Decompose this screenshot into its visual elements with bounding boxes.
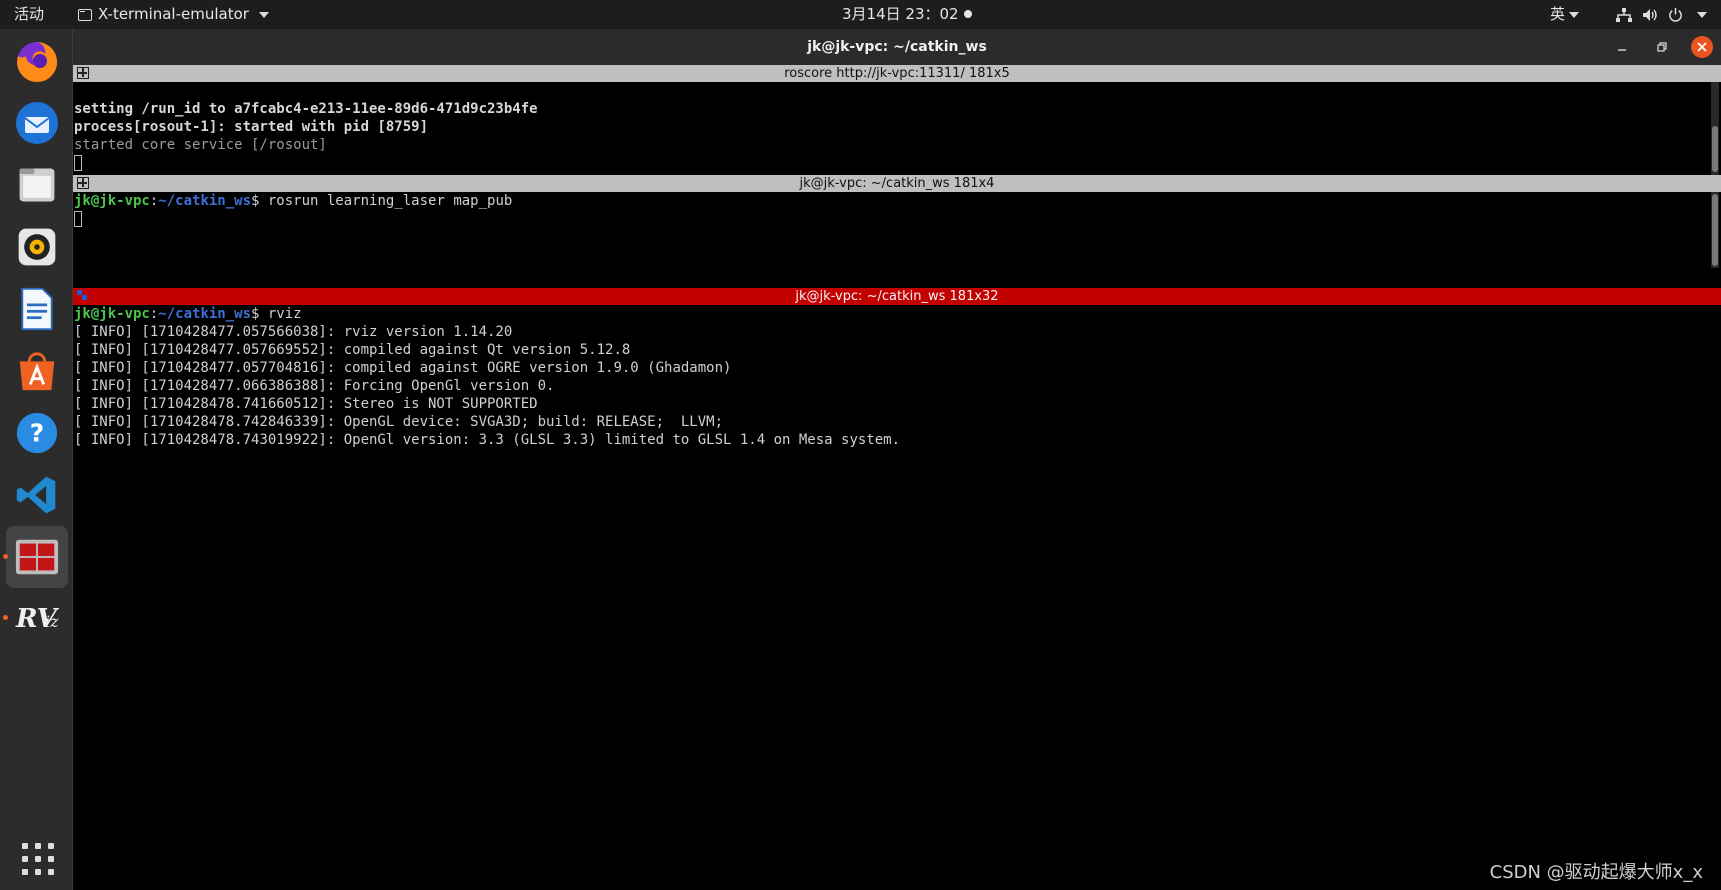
app-store-icon — [19, 352, 55, 391]
notification-dot-icon — [964, 10, 972, 18]
libreoffice-writer-icon — [21, 287, 53, 331]
help-icon: ? — [16, 412, 58, 454]
scrollbar[interactable] — [1711, 82, 1719, 175]
terminal-pane-roscore[interactable]: setting /run_id to a7fcabc4-e213-11ee-89… — [73, 82, 1709, 175]
terminal-cursor — [74, 155, 82, 171]
running-indicator — [3, 554, 8, 559]
pane-title: roscore http://jk-vpc:11311/ 181x5 — [784, 66, 1010, 81]
pane-titlebar-roscore[interactable]: roscore http://jk-vpc:11311/ 181x5 — [73, 65, 1721, 82]
prompt-line: jk@jk-vpc:~/catkin_ws$ rosrun learning_l… — [74, 193, 513, 209]
prompt-user: jk@jk-vpc — [74, 193, 150, 209]
rviz-icon: RViz — [15, 604, 60, 634]
prompt-user: jk@jk-vpc — [74, 306, 150, 322]
close-button[interactable] — [1691, 36, 1713, 58]
command-text: rviz — [259, 306, 302, 322]
terminal-line: [ INFO] [1710428477.057566038]: rviz ver… — [74, 324, 513, 340]
top-bar: 活动 X-terminal-emulator 3月14日 23：02 英 — [0, 0, 1721, 29]
pane-grip-icon[interactable] — [77, 290, 89, 302]
minimize-button[interactable] — [1611, 36, 1633, 58]
terminal-line: started core service [/rosout] — [74, 137, 327, 153]
pane-title: jk@jk-vpc: ~/catkin_ws 181x32 — [795, 289, 999, 304]
thunderbird-icon — [16, 102, 58, 144]
terminal-window: jk@jk-vpc: ~/catkin_ws roscore http://jk… — [73, 29, 1721, 890]
prompt-path: ~/catkin_ws — [158, 306, 252, 322]
volume-icon — [1643, 8, 1657, 21]
terminal-pane-rosrun[interactable]: jk@jk-vpc:~/catkin_ws$ rosrun learning_l… — [73, 192, 1709, 268]
svg-text:?: ? — [30, 419, 44, 448]
terminal-line: [ INFO] [1710428477.057669552]: compiled… — [74, 342, 631, 358]
clock[interactable]: 3月14日 23：02 — [842, 0, 959, 29]
chevron-down-icon — [1697, 11, 1707, 18]
terminal-line: [ INFO] [1710428477.066386388]: Forcing … — [74, 378, 555, 394]
terminal-cursor — [74, 211, 82, 227]
dock-item-writer[interactable] — [11, 283, 63, 335]
restore-icon — [1657, 42, 1667, 52]
dock-item-app-store[interactable] — [11, 345, 63, 397]
terminal-line: setting /run_id to a7fcabc4-e213-11ee-89… — [74, 101, 538, 117]
window-titlebar[interactable]: jk@jk-vpc: ~/catkin_ws — [73, 29, 1721, 65]
terminal-line: [ INFO] [1710428477.057704816]: compiled… — [74, 360, 732, 376]
svg-text:iz: iz — [45, 612, 59, 631]
activities-button[interactable]: 活动 — [14, 0, 44, 29]
app-menu-label: X-terminal-emulator — [98, 5, 249, 23]
dock-item-rhythmbox[interactable] — [11, 221, 63, 273]
dock-item-rviz[interactable]: RV iz — [11, 591, 63, 643]
files-icon — [19, 168, 55, 202]
pane-titlebar-rosrun[interactable]: jk@jk-vpc: ~/catkin_ws 181x4 — [73, 175, 1721, 192]
dock-item-terminator[interactable] — [6, 526, 68, 588]
dock: ? RV iz — [0, 29, 73, 890]
command-text: rosrun learning_laser map_pub — [259, 193, 513, 209]
window-title: jk@jk-vpc: ~/catkin_ws — [807, 39, 987, 55]
vscode-icon — [16, 476, 56, 514]
terminal-pane-rviz[interactable]: jk@jk-vpc:~/catkin_ws$ rviz [ INFO] [171… — [73, 305, 1709, 890]
close-icon — [1697, 42, 1707, 52]
terminal-line: [ INFO] [1710428478.742846339]: OpenGL d… — [74, 414, 724, 430]
pane-title: jk@jk-vpc: ~/catkin_ws 181x4 — [799, 176, 995, 191]
watermark: CSDN @驱动起爆大师x_x — [1489, 862, 1703, 883]
prompt-path: ~/catkin_ws — [158, 193, 252, 209]
system-tray[interactable] — [1616, 0, 1707, 29]
terminal-app-icon — [78, 8, 92, 21]
power-icon — [1669, 7, 1682, 22]
prompt-line: jk@jk-vpc:~/catkin_ws$ rviz — [74, 306, 302, 322]
dock-item-help[interactable]: ? — [11, 407, 63, 459]
dock-item-vscode[interactable] — [11, 469, 63, 521]
network-icon — [1616, 7, 1632, 22]
app-menu[interactable]: X-terminal-emulator — [78, 0, 269, 29]
pane-grip-icon[interactable] — [77, 177, 89, 189]
chevron-down-icon — [1569, 11, 1580, 18]
show-applications-button[interactable] — [22, 843, 54, 875]
terminator-icon — [15, 539, 59, 575]
window-controls — [1611, 29, 1713, 65]
input-method-label: 英 — [1550, 5, 1566, 23]
dock-item-thunderbird[interactable] — [11, 97, 63, 149]
input-method-menu[interactable]: 英 — [1550, 0, 1580, 29]
minimize-icon — [1618, 49, 1626, 51]
scrollbar[interactable] — [1711, 192, 1719, 268]
dock-item-files[interactable] — [11, 159, 63, 211]
pane-grip-icon[interactable] — [77, 67, 89, 79]
pane-titlebar-rviz[interactable]: jk@jk-vpc: ~/catkin_ws 181x32 — [73, 288, 1721, 305]
terminal-line: process[rosout-1]: started with pid [875… — [74, 119, 429, 135]
chevron-down-icon — [258, 11, 269, 18]
rhythmbox-icon — [18, 228, 56, 266]
restore-button[interactable] — [1651, 36, 1673, 58]
dock-item-firefox[interactable] — [11, 35, 63, 87]
terminal-line: [ INFO] [1710428478.741660512]: Stereo i… — [74, 396, 538, 412]
terminal-line: [ INFO] [1710428478.743019922]: OpenGl v… — [74, 432, 901, 448]
firefox-icon — [17, 41, 58, 82]
running-indicator — [3, 615, 8, 620]
